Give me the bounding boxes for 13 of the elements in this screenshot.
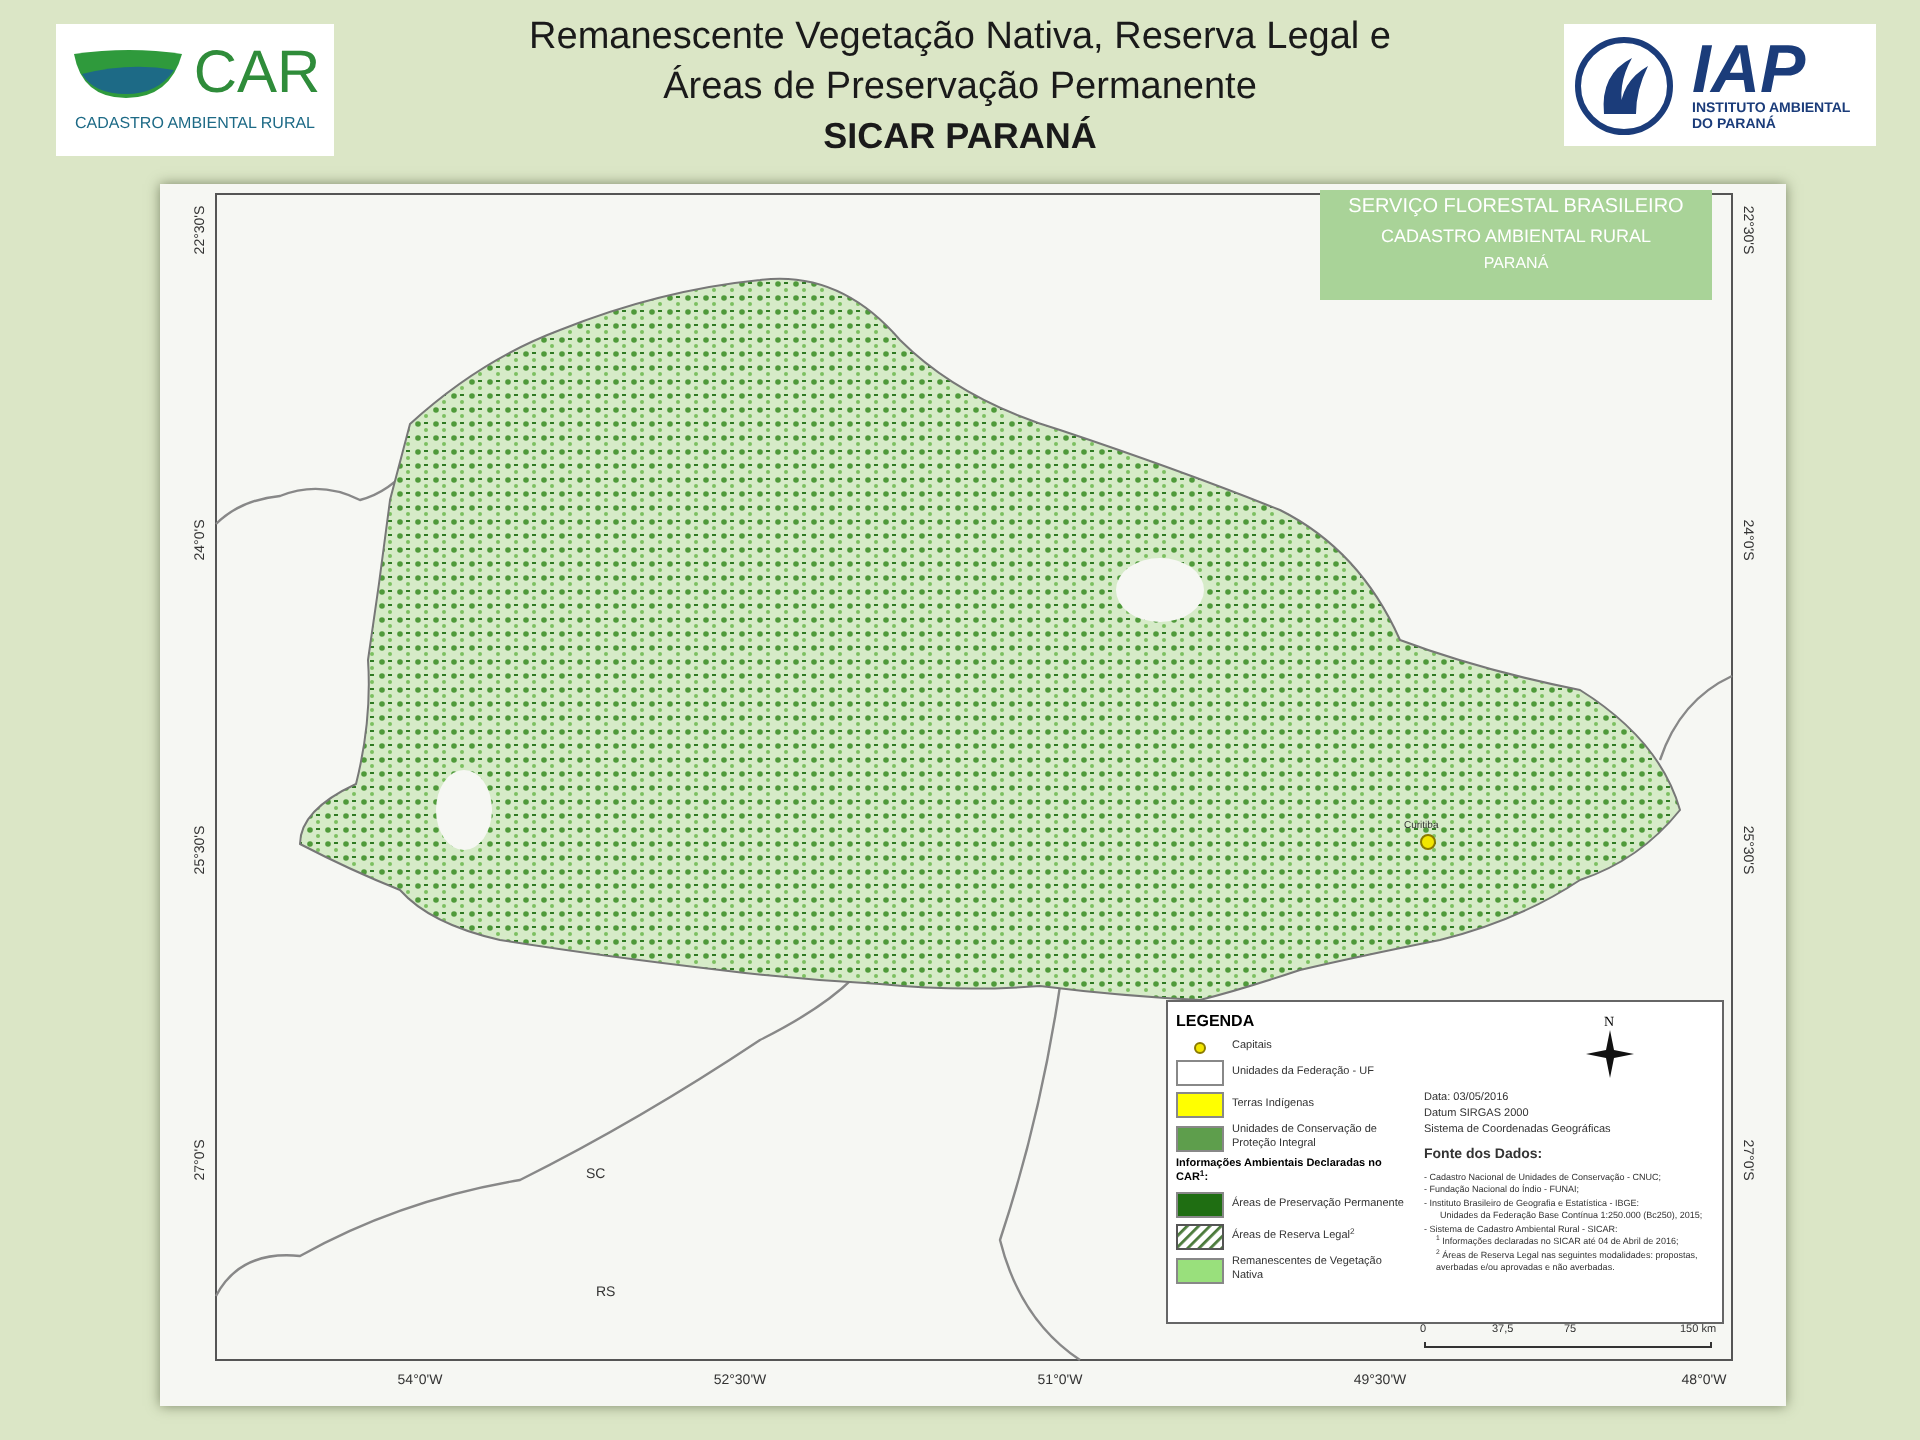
leaf-icon	[69, 46, 186, 102]
logo-wordmark: CAR	[193, 44, 321, 104]
slide-title: Áreas de Preservação Permanente	[663, 63, 1257, 112]
legend-title: LEGENDA	[1176, 1010, 1257, 1034]
map-title: SERVIÇO FLORESTAL BRASILEIRO	[1348, 194, 1684, 222]
logo-tagline: CADASTRO AMBIENTAL RURAL	[74, 112, 316, 136]
logo-wordmark: IAP	[1692, 37, 1806, 101]
slide-subtitle: SICAR PARANÁ	[823, 114, 1097, 160]
slide-title: Remanescente Vegetação Nativa, Reserva Legal e	[529, 14, 1391, 62]
map-title: CADASTRO AMBIENTAL RURAL	[1380, 224, 1652, 250]
compass-rose-icon	[1585, 1030, 1633, 1078]
map-title: PARANÁ	[1483, 252, 1549, 276]
bird-circle-icon	[1572, 33, 1676, 137]
